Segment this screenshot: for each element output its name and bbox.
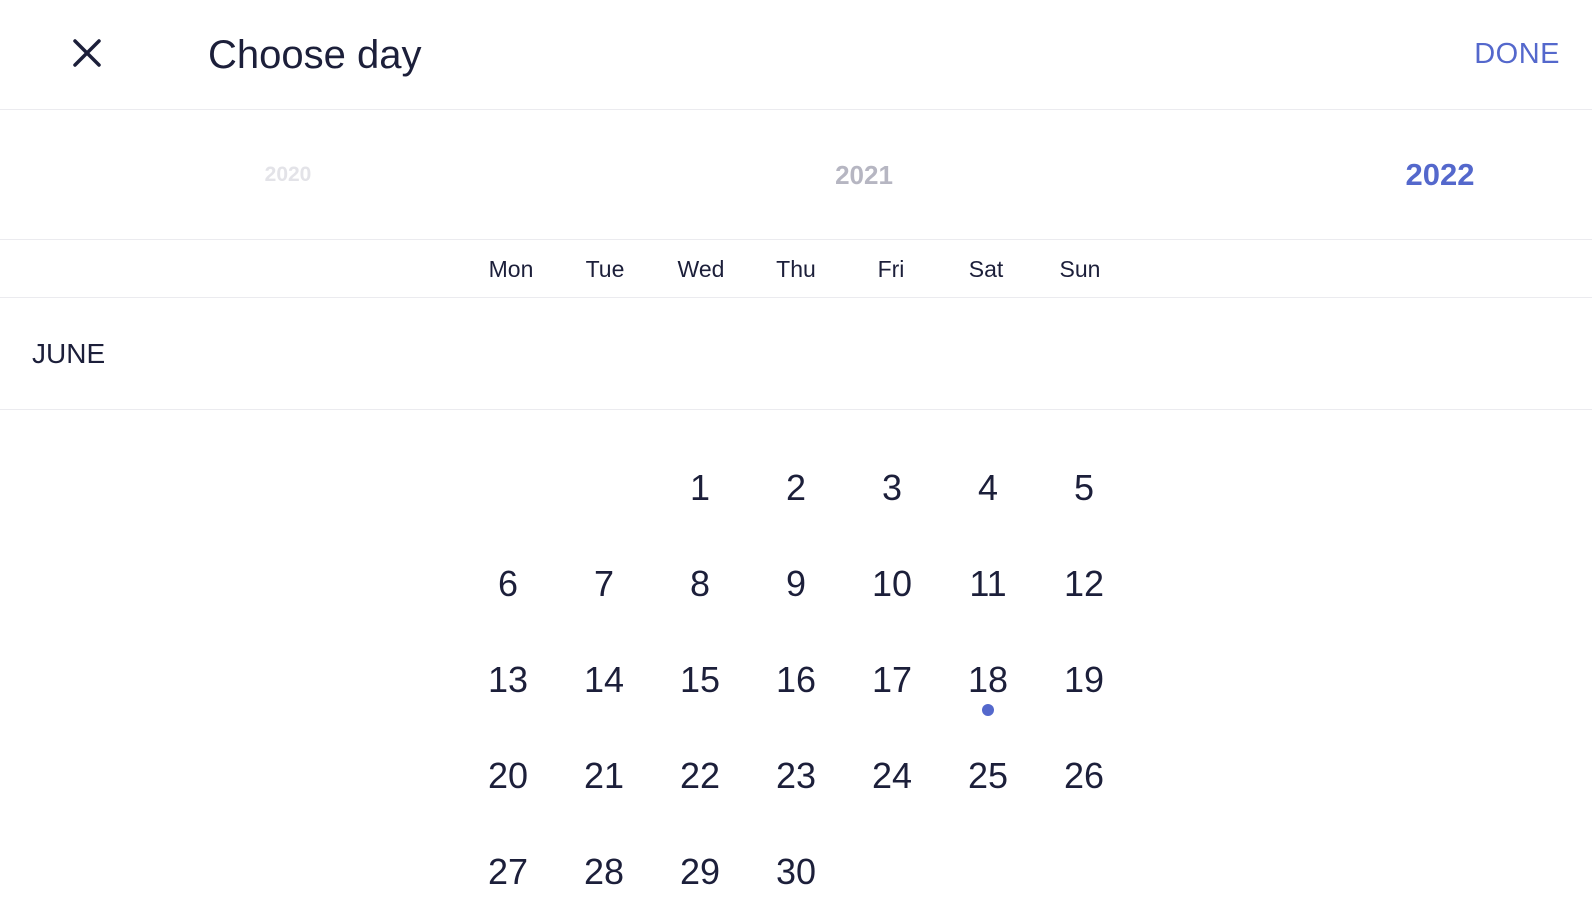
close-button[interactable] bbox=[62, 30, 112, 80]
day-cell-30[interactable]: 30 bbox=[748, 824, 844, 920]
day-cell-25[interactable]: 25 bbox=[940, 728, 1036, 824]
day-cell-9[interactable]: 9 bbox=[748, 536, 844, 632]
day-cell-5[interactable]: 5 bbox=[1036, 440, 1132, 536]
month-header: JUNE bbox=[0, 298, 1592, 410]
year-option-2021[interactable]: 2021 bbox=[835, 110, 893, 240]
weekday-label: Wed bbox=[677, 256, 725, 282]
day-cell-29[interactable]: 29 bbox=[652, 824, 748, 920]
page-title: Choose day bbox=[208, 33, 422, 77]
weekday-header: Mon Tue Wed Thu Fri Sat Sun bbox=[0, 240, 1592, 298]
day-cell-18[interactable]: 18 bbox=[940, 632, 1036, 728]
day-cell-28[interactable]: 28 bbox=[556, 824, 652, 920]
day-cell-11[interactable]: 11 bbox=[940, 536, 1036, 632]
close-icon bbox=[71, 37, 103, 74]
day-cell-24[interactable]: 24 bbox=[844, 728, 940, 824]
day-cell-15[interactable]: 15 bbox=[652, 632, 748, 728]
weekday-label: Sat bbox=[968, 256, 1004, 282]
calendar-day-grid: 1 2 3 4 5 6 7 8 9 10 11 12 13 14 15 16 17 18 19 20 21 22 23 24 2… bbox=[0, 410, 1592, 920]
year-option-2020[interactable]: 2020 bbox=[265, 110, 312, 240]
day-cell-22[interactable]: 22 bbox=[652, 728, 748, 824]
day-cell-4[interactable]: 4 bbox=[940, 440, 1036, 536]
day-cell-10[interactable]: 10 bbox=[844, 536, 940, 632]
day-cell-19[interactable]: 19 bbox=[1036, 632, 1132, 728]
weekday-label: Tue bbox=[585, 256, 625, 282]
day-cell-21[interactable]: 21 bbox=[556, 728, 652, 824]
weekday-label: Sun bbox=[1059, 256, 1101, 282]
day-cell-6[interactable]: 6 bbox=[460, 536, 556, 632]
day-cell-17[interactable]: 17 bbox=[844, 632, 940, 728]
done-button[interactable]: DONE bbox=[1474, 34, 1560, 74]
today-dot-indicator bbox=[982, 704, 994, 716]
year-option-2022-selected[interactable]: 2022 bbox=[1406, 110, 1475, 240]
weekday-label: Thu bbox=[776, 256, 816, 282]
month-label: JUNE bbox=[32, 338, 106, 369]
day-cell-27[interactable]: 27 bbox=[460, 824, 556, 920]
weekday-label: Fri bbox=[877, 256, 905, 282]
day-cell-14[interactable]: 14 bbox=[556, 632, 652, 728]
year-selector: 2020 2021 2022 bbox=[0, 110, 1592, 240]
day-cell-7[interactable]: 7 bbox=[556, 536, 652, 632]
day-cell-16[interactable]: 16 bbox=[748, 632, 844, 728]
day-cell-1[interactable]: 1 bbox=[652, 440, 748, 536]
weekday-label: Mon bbox=[488, 256, 534, 282]
day-cell-13[interactable]: 13 bbox=[460, 632, 556, 728]
day-cell-2[interactable]: 2 bbox=[748, 440, 844, 536]
day-cell-26[interactable]: 26 bbox=[1036, 728, 1132, 824]
day-cell-3[interactable]: 3 bbox=[844, 440, 940, 536]
dialog-header: Choose day DONE bbox=[0, 0, 1592, 110]
day-cell-20[interactable]: 20 bbox=[460, 728, 556, 824]
day-cell-23[interactable]: 23 bbox=[748, 728, 844, 824]
day-cell-12[interactable]: 12 bbox=[1036, 536, 1132, 632]
day-cell-8[interactable]: 8 bbox=[652, 536, 748, 632]
